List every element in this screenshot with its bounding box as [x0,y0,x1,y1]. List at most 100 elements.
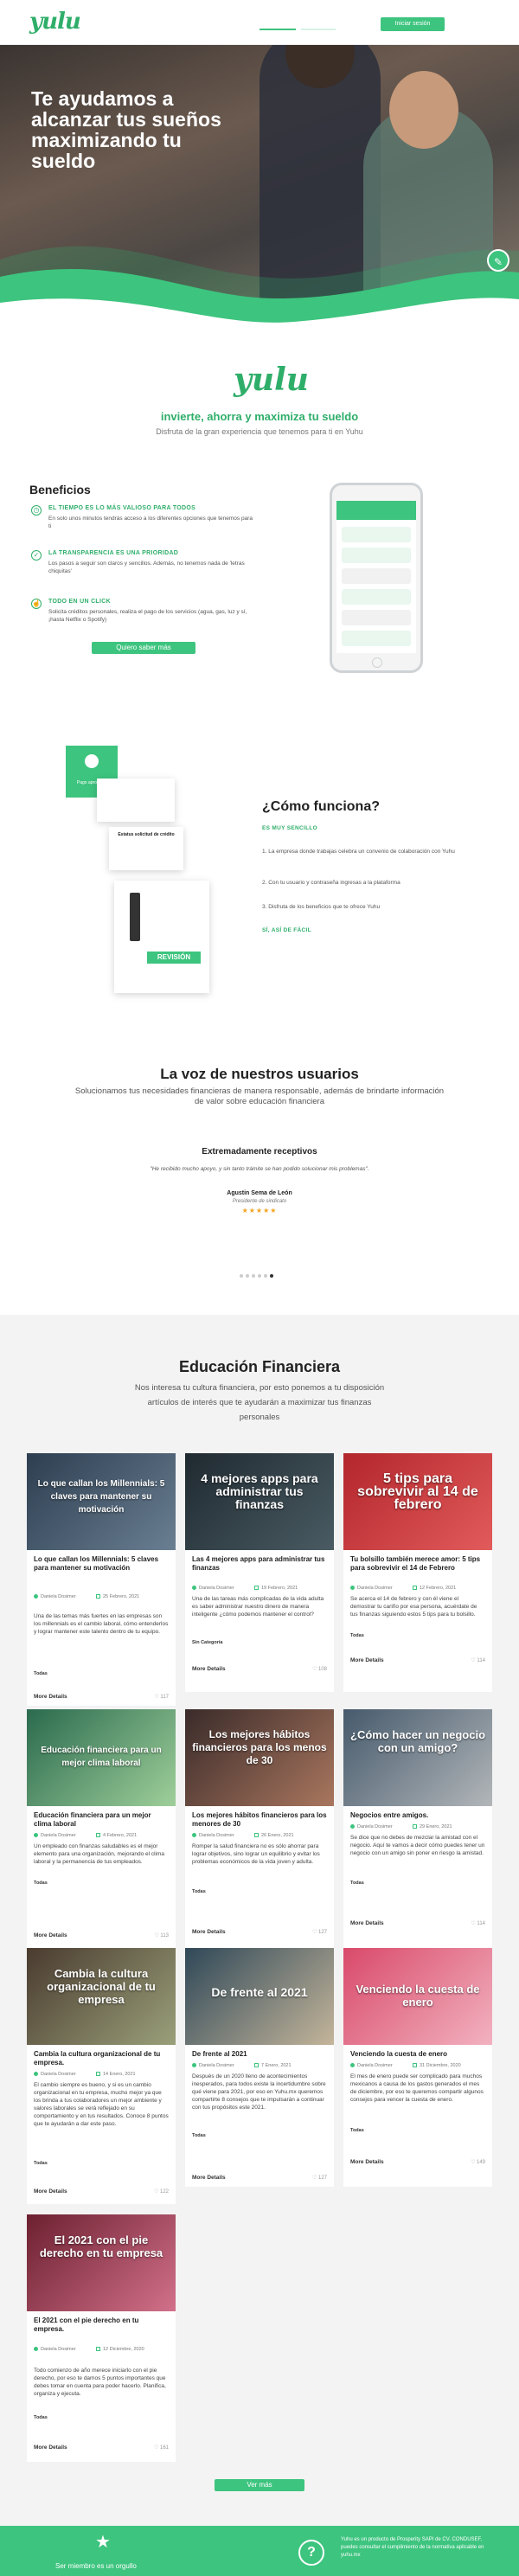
article-image[interactable]: 4 mejores apps para administrar tus fina… [185,1453,334,1550]
article-title[interactable]: Tu bolsillo también merece amor: 5 tips … [350,1555,485,1573]
carousel-dot[interactable] [240,1274,243,1278]
how-step: 3. Disfruta de los beneficios que te ofr… [262,904,381,910]
article-card[interactable]: Lo que callan los Millennials: 5 claves … [27,1453,176,1706]
article-title[interactable]: El 2021 con el pie derecho en tu empresa… [34,2316,169,2334]
article-image-text: Educación financiera para un mejor clima… [41,1746,162,1768]
benefit-title: EL TIEMPO ES LO MÁS VALIOSO PARA TODOS [48,505,196,511]
article-image-text: Venciendo la cuesta de enero [356,1983,480,2009]
article-image-text: Cambia la cultura organizacional de tu e… [47,1967,156,2006]
likes-count: 127 [317,1930,327,1935]
carousel-dot-active[interactable] [270,1274,273,1278]
article-likes[interactable]: ♡ 114 [471,1657,485,1663]
article-card[interactable]: De frente al 2021 De frente al 2021 Dani… [185,1948,334,2187]
phone-card [342,631,411,646]
phone-card [342,527,411,542]
how-it-works-title: ¿Cómo funciona? [262,799,380,814]
article-category[interactable]: Todas [350,1633,364,1638]
article-image[interactable]: Venciendo la cuesta de enero [343,1948,492,2045]
article-category[interactable]: Sin Categoría [192,1640,222,1645]
article-more-link[interactable]: More Details [350,1657,384,1663]
learn-more-button[interactable]: Quiero saber más [92,642,195,654]
benefit-title: TODO EN UN CLICK [48,599,111,605]
article-likes[interactable]: ♡ 161 [154,2445,169,2451]
article-card[interactable]: Educación financiera para un mejor clima… [27,1709,176,1948]
article-more-link[interactable]: More Details [34,1694,67,1700]
author-icon [192,1586,196,1590]
article-category[interactable]: Todas [34,2161,48,2166]
article-likes[interactable]: ♡ 127 [312,2175,327,2181]
article-more-link[interactable]: More Details [34,2445,67,2451]
article-card[interactable]: Cambia la cultura organizacional de tu e… [27,1948,176,2204]
carousel-dots[interactable] [240,1266,283,1278]
article-likes[interactable]: ♡ 122 [154,2188,169,2195]
article-more-link[interactable]: More Details [34,1932,67,1938]
article-likes[interactable]: ♡ 149 [471,2159,485,2165]
article-more-link[interactable]: More Details [192,2175,226,2181]
carousel-dot[interactable] [246,1274,249,1278]
article-more-link[interactable]: More Details [350,1920,384,1926]
brand-logo[interactable]: yulu [29,9,81,35]
hand-pointer-icon: ☝ [31,599,42,609]
star-icon: ★ [95,2533,111,2552]
chat-fab-button[interactable]: ✎ [487,249,509,272]
article-card[interactable]: ¿Cómo hacer un negocio con un amigo? Neg… [343,1709,492,1948]
likes-count: 113 [160,1933,169,1938]
article-likes[interactable]: ♡ 127 [312,1929,327,1935]
article-title[interactable]: De frente al 2021 [192,2050,327,2059]
article-image[interactable]: Los mejores hábitos financieros para los… [185,1709,334,1806]
carousel-dot[interactable] [264,1274,267,1278]
article-image[interactable]: Lo que callan los Millennials: 5 claves … [27,1453,176,1550]
article-image-text: 5 tips para sobrevivir al 14 de febrero [357,1471,478,1512]
article-more-link[interactable]: More Details [34,2188,67,2195]
article-image[interactable]: Cambia la cultura organizacional de tu e… [27,1948,176,2045]
article-category[interactable]: Todas [34,1671,48,1676]
article-category[interactable]: Todas [350,1881,364,1886]
article-author: Daniela Dosimer [41,2347,76,2352]
author-icon [192,2063,196,2067]
article-card[interactable]: El 2021 con el pie derecho en tu empresa… [27,2214,176,2462]
article-image[interactable]: ¿Cómo hacer un negocio con un amigo? [343,1709,492,1806]
article-title[interactable]: Las 4 mejores apps para administrar tus … [192,1555,327,1573]
article-more-link[interactable]: More Details [350,2159,384,2165]
article-date: 12 Febrero, 2021 [420,1586,457,1591]
article-card[interactable]: 4 mejores apps para administrar tus fina… [185,1453,334,1692]
article-title[interactable]: Cambia la cultura organizacional de tu e… [34,2050,169,2067]
article-image[interactable]: 5 tips para sobrevivir al 14 de febrero [343,1453,492,1550]
article-author: Daniela Dosimer [357,1824,393,1829]
article-image-text: Lo que callan los Millennials: 5 claves … [37,1479,165,1515]
article-title[interactable]: Negocios entre amigos. [350,1811,485,1820]
carousel-dot[interactable] [252,1274,255,1278]
article-title[interactable]: Educación financiera para un mejor clima… [34,1811,169,1829]
calendar-icon [413,2063,417,2067]
login-button[interactable]: Iniciar sesión [381,17,445,31]
see-more-button[interactable]: Ver más [215,2479,304,2491]
article-likes[interactable]: ♡ 108 [312,1666,327,1672]
article-more-link[interactable]: More Details [192,1666,226,1672]
article-category[interactable]: Todas [34,1881,48,1886]
article-excerpt: Todo comienzo de año merece iniciarlo co… [34,2368,166,2397]
article-image[interactable]: Educación financiera para un mejor clima… [27,1709,176,1806]
article-card[interactable]: Venciendo la cuesta de enero Venciendo l… [343,1948,492,2187]
article-category[interactable]: Todas [192,2133,206,2138]
testimonials-subtitle: Solucionamos tus necesidades financieras… [74,1086,445,1106]
article-image[interactable]: De frente al 2021 [185,1948,334,2045]
benefits-title: Beneficios [29,483,91,497]
carousel-dot[interactable] [258,1274,261,1278]
article-card[interactable]: Los mejores hábitos financieros para los… [185,1709,334,1948]
article-card[interactable]: 5 tips para sobrevivir al 14 de febrero … [343,1453,492,1692]
article-author: Daniela Dosimer [41,2072,76,2077]
article-category[interactable]: Todas [34,2415,48,2420]
author-icon [350,2063,355,2067]
article-title[interactable]: Venciendo la cuesta de enero [350,2050,485,2059]
article-title[interactable]: Los mejores hábitos financieros para los… [192,1811,327,1829]
article-category[interactable]: Todas [350,2128,364,2133]
article-title[interactable]: Lo que callan los Millennials: 5 claves … [34,1555,169,1573]
article-likes[interactable]: ♡ 113 [154,1932,169,1938]
article-likes[interactable]: ♡ 117 [154,1694,169,1700]
article-image[interactable]: El 2021 con el pie derecho en tu empresa [27,2214,176,2311]
article-category[interactable]: Todas [192,1889,206,1894]
article-likes[interactable]: ♡ 114 [471,1920,485,1926]
article-author: Daniela Dosimer [41,1833,76,1838]
question-icon[interactable]: ? [298,2540,324,2566]
article-more-link[interactable]: More Details [192,1929,226,1935]
